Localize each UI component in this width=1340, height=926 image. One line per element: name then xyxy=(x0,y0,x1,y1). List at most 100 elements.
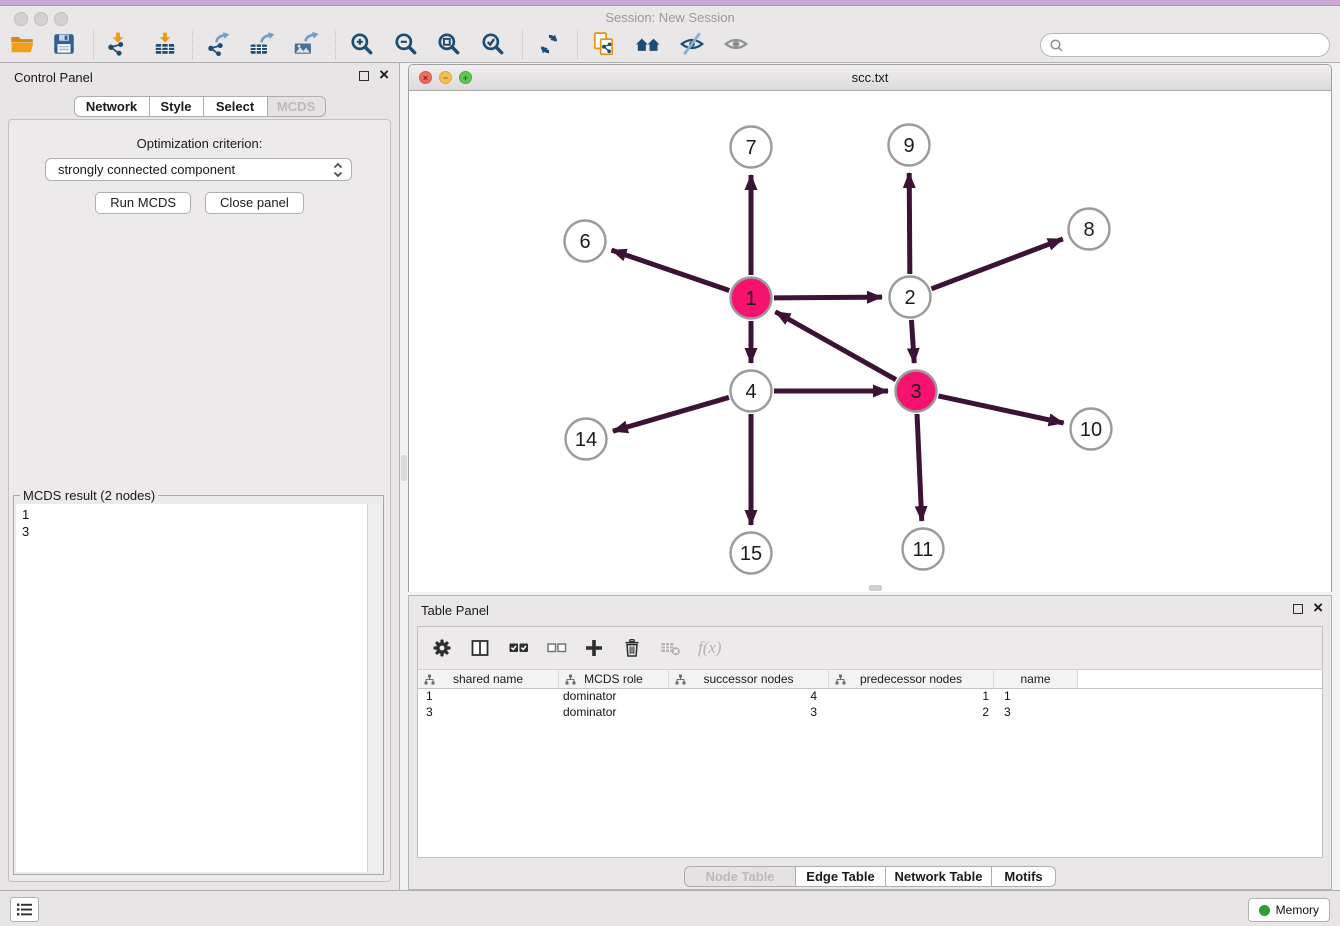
graph-edge-4-14[interactable] xyxy=(613,397,729,431)
import-network-icon[interactable] xyxy=(105,31,131,57)
graph-node-3[interactable]: 3 xyxy=(896,371,937,412)
graph-edge-3-1[interactable] xyxy=(775,312,896,380)
graph-node-7[interactable]: 7 xyxy=(731,127,772,168)
save-floppy-icon[interactable] xyxy=(51,31,77,57)
graph-node-label: 10 xyxy=(1080,419,1102,441)
close-table-panel-icon[interactable]: × xyxy=(1313,598,1323,618)
search-field[interactable] xyxy=(1040,33,1330,57)
app-title: Session: New Session xyxy=(0,10,1340,25)
mcds-panel: Optimization criterion: strongly connect… xyxy=(8,119,391,882)
trash-icon[interactable] xyxy=(622,638,642,658)
graph-node-10[interactable]: 10 xyxy=(1071,409,1112,450)
table-row[interactable]: 3dominator323 xyxy=(418,705,1322,721)
tab-select[interactable]: Select xyxy=(204,96,268,117)
run-mcds-button[interactable]: Run MCDS xyxy=(95,192,191,214)
tab-network-table[interactable]: Network Table xyxy=(886,866,992,887)
graph-node-9[interactable]: 9 xyxy=(889,125,930,166)
zoom-fit-icon[interactable] xyxy=(436,31,462,57)
graph-edge-2-3[interactable] xyxy=(911,320,914,363)
table-cell[interactable]: dominator xyxy=(559,705,669,721)
tab-style[interactable]: Style xyxy=(150,96,204,117)
table-cell[interactable]: 1 xyxy=(418,689,559,705)
canvas-scrollbar-nub[interactable] xyxy=(869,585,882,591)
network-window-titlebar[interactable]: × − + scc.txt xyxy=(409,65,1331,91)
graph-node-2[interactable]: 2 xyxy=(890,277,931,318)
select-all-checkboxes-icon[interactable] xyxy=(508,638,528,658)
mcds-result-scrollbar[interactable] xyxy=(367,504,381,872)
houses-icon[interactable] xyxy=(635,31,661,57)
zoom-in-icon[interactable] xyxy=(349,31,375,57)
graph-node-8[interactable]: 8 xyxy=(1069,209,1110,250)
chevron-updown-icon xyxy=(333,162,343,181)
table-cell[interactable]: 3 xyxy=(669,705,829,721)
close-panel-button[interactable]: Close panel xyxy=(205,192,304,214)
table-cell[interactable]: dominator xyxy=(559,689,669,705)
column-header-successor-nodes[interactable]: successor nodes xyxy=(669,670,829,688)
tab-motifs[interactable]: Motifs xyxy=(992,866,1056,887)
table-cell[interactable]: 1 xyxy=(994,689,1078,705)
memory-button[interactable]: Memory xyxy=(1248,898,1330,922)
refresh-icon[interactable] xyxy=(536,31,562,57)
search-icon xyxy=(1049,38,1064,53)
hierarchy-icon xyxy=(565,674,576,688)
column-header-name[interactable]: name xyxy=(994,670,1078,688)
tab-mcds[interactable]: MCDS xyxy=(268,96,326,117)
graph-edge-1-6[interactable] xyxy=(611,250,729,290)
task-history-button[interactable] xyxy=(10,897,39,922)
mcds-result-text[interactable]: 1 3 xyxy=(16,504,367,872)
toolbar-separator xyxy=(93,30,94,59)
add-row-icon[interactable] xyxy=(584,638,604,658)
table-cell[interactable]: 3 xyxy=(418,705,559,721)
import-table-icon[interactable] xyxy=(152,31,178,57)
column-header-predecessor-nodes[interactable]: predecessor nodes xyxy=(829,670,994,688)
search-input[interactable] xyxy=(1068,38,1329,52)
export-image-icon[interactable] xyxy=(292,31,318,57)
graph-edge-3-10[interactable] xyxy=(938,396,1063,423)
graph-edge-2-8[interactable] xyxy=(932,239,1063,289)
graph-edge-2-9[interactable] xyxy=(909,173,910,274)
float-table-panel-icon[interactable] xyxy=(1293,604,1303,614)
graph-node-1[interactable]: 1 xyxy=(731,278,772,319)
zoom-selected-icon[interactable] xyxy=(480,31,506,57)
tab-node-table[interactable]: Node Table xyxy=(684,866,796,887)
table-row[interactable]: 1dominator411 xyxy=(418,689,1322,705)
splitter-handle[interactable] xyxy=(401,455,407,481)
clone-network-icon[interactable] xyxy=(591,31,617,57)
table-cell[interactable]: 1 xyxy=(829,689,994,705)
toolbar-separator xyxy=(192,30,193,59)
table-tabs: Node TableEdge TableNetwork TableMotifs xyxy=(409,866,1331,887)
graph-node-label: 7 xyxy=(745,137,756,159)
graph-edge-3-11[interactable] xyxy=(917,414,922,521)
gear-icon[interactable] xyxy=(432,638,452,658)
memory-label: Memory xyxy=(1276,903,1319,917)
graph-edge-1-2[interactable] xyxy=(774,297,882,298)
column-header-shared-name[interactable]: shared name xyxy=(418,670,559,688)
split-columns-icon[interactable] xyxy=(470,638,490,658)
graph-node-11[interactable]: 11 xyxy=(903,529,944,570)
eye-icon[interactable] xyxy=(723,31,749,57)
network-canvas[interactable]: 7 9 6 8 1 2 4 3 14 10 15 11 xyxy=(409,91,1331,592)
close-panel-icon[interactable]: × xyxy=(379,65,389,85)
eye-slash-icon[interactable] xyxy=(679,31,705,57)
network-graph[interactable]: 7 9 6 8 1 2 4 3 14 10 15 11 xyxy=(409,91,1331,592)
float-panel-icon[interactable] xyxy=(359,71,369,81)
delete-table-icon xyxy=(660,638,680,658)
deselect-checkboxes-icon[interactable] xyxy=(546,638,566,658)
criterion-select[interactable]: strongly connected component xyxy=(45,158,352,181)
hierarchy-icon xyxy=(675,674,686,688)
graph-node-14[interactable]: 14 xyxy=(566,419,607,460)
zoom-out-icon[interactable] xyxy=(393,31,419,57)
graph-node-4[interactable]: 4 xyxy=(731,371,772,412)
tab-network[interactable]: Network xyxy=(74,96,150,117)
tab-edge-table[interactable]: Edge Table xyxy=(796,866,886,887)
table-cell[interactable]: 2 xyxy=(829,705,994,721)
open-folder-icon[interactable] xyxy=(9,31,35,57)
panel-splitter[interactable] xyxy=(400,63,408,890)
table-cell[interactable]: 3 xyxy=(994,705,1078,721)
column-header-mcds-role[interactable]: MCDS role xyxy=(559,670,669,688)
export-table-icon[interactable] xyxy=(248,31,274,57)
table-cell[interactable]: 4 xyxy=(669,689,829,705)
graph-node-6[interactable]: 6 xyxy=(565,221,606,262)
graph-node-15[interactable]: 15 xyxy=(731,533,772,574)
export-network-icon[interactable] xyxy=(205,31,231,57)
